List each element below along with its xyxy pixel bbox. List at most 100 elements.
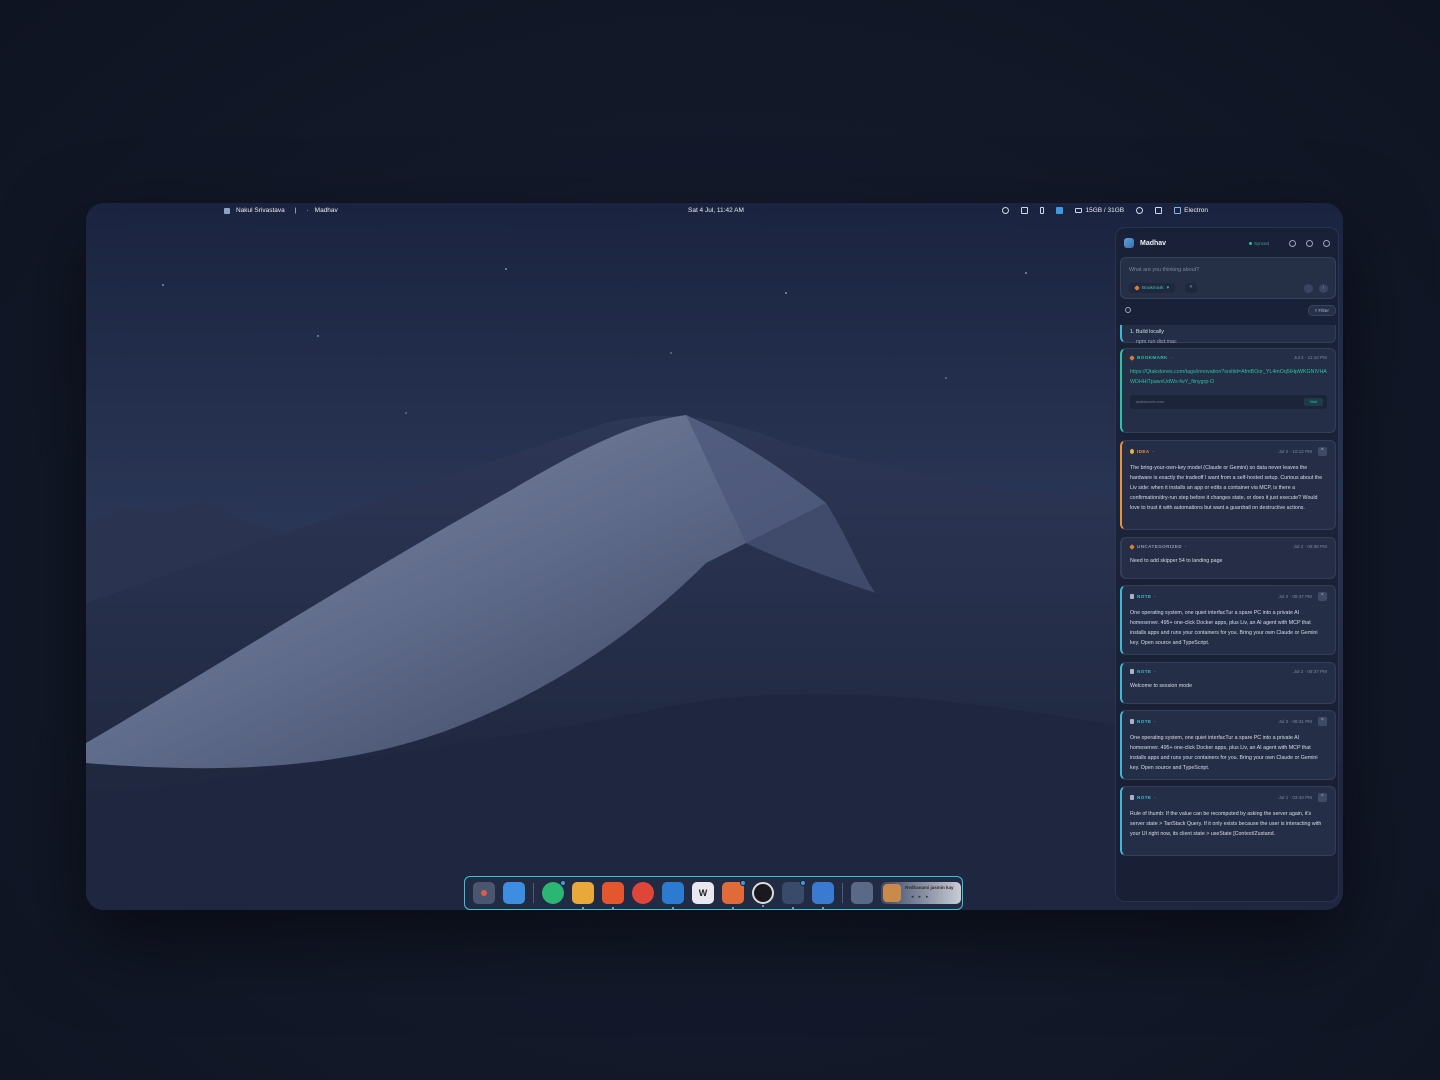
preview-domain: qtakstones.com	[1136, 399, 1165, 405]
card-type-tag[interactable]: NOTE ·	[1130, 795, 1156, 800]
bulb-icon	[1130, 449, 1134, 454]
menu-bar-right: 15GB / 31GB Electron	[1002, 207, 1208, 214]
note-card[interactable]: NOTE · Jul 2 · 09:37 PM Welcome to sessio…	[1120, 662, 1336, 704]
active-app-indicator[interactable]: Electron	[1174, 207, 1208, 214]
collapse-button[interactable]: ⌃	[1318, 717, 1327, 726]
obs-icon[interactable]	[752, 882, 774, 907]
trash-icon[interactable]	[851, 882, 873, 904]
focus-icon[interactable]	[1002, 207, 1010, 214]
collapse-button[interactable]: ⌃	[1318, 447, 1327, 456]
card-type-label: BOOKMARK	[1137, 355, 1168, 360]
user-name[interactable]: Nakul Srivastava	[236, 207, 285, 214]
finder-icon[interactable]	[503, 882, 525, 904]
composer[interactable]: What are you thinking about? Bookmark ▾ …	[1120, 257, 1336, 299]
media-player-widget[interactable]: Redhanami jasmin kay ◂▸▸	[881, 882, 961, 904]
microphone-icon[interactable]	[1304, 284, 1313, 293]
card-type-tag[interactable]: BOOKMARK ·	[1129, 354, 1173, 361]
media-title: Redhanami jasmin kay	[905, 885, 954, 890]
madhav-logo-icon	[1124, 238, 1134, 248]
warp-terminal-icon[interactable]: W	[692, 882, 714, 904]
note-icon	[1130, 719, 1134, 724]
pin-icon	[1134, 285, 1140, 291]
note-card-partial[interactable]: 1. Build locally npm run dist:mac	[1120, 325, 1336, 345]
menu-bar: Nakul Srivastava | · Madhav Sat 4 Jul, 1…	[86, 203, 1343, 219]
memory-indicator[interactable]: 15GB / 31GB	[1075, 207, 1124, 214]
launcher-icon[interactable]	[473, 882, 495, 904]
collapse-button[interactable]: ⌃	[1318, 592, 1327, 601]
card-date: Jul 2 · 10:12 PM	[1278, 449, 1312, 454]
claude-icon[interactable]	[722, 880, 746, 909]
note-card[interactable]: NOTE · Jul 2 · 09:37 PM ⌃ One operating s…	[1120, 585, 1336, 655]
workspace-chevron-icon[interactable]: ·	[306, 207, 308, 214]
bookmark-card[interactable]: BOOKMARK · Jul 2 · 11:10 PM https://Qtaks…	[1120, 348, 1336, 433]
volume-icon[interactable]	[1021, 207, 1029, 214]
card-body: One operating system, one quiet interfac…	[1130, 610, 1318, 647]
card-meta: BOOKMARK · Jul 2 · 11:10 PM	[1129, 354, 1327, 361]
type-select-button[interactable]: Bookmark ▾	[1129, 283, 1176, 293]
card-type-tag[interactable]: NOTE ·	[1130, 669, 1156, 674]
menu-separator: |	[294, 207, 297, 214]
card-type-tag[interactable]: NOTE ·	[1130, 719, 1156, 724]
pin-icon	[1129, 543, 1135, 550]
system-monitor-icon[interactable]	[812, 882, 834, 909]
collapse-button[interactable]: ⌃	[1318, 793, 1327, 802]
note-icon	[1130, 594, 1134, 599]
chevron-down-icon: ·	[1154, 669, 1157, 674]
clock[interactable]: Sat 4 Jul, 11:42 AM	[688, 207, 744, 214]
idea-card[interactable]: IDEA · Jul 2 · 10:12 PM ⌃ The bring-your-…	[1120, 440, 1336, 530]
chevron-down-icon: ▾	[1166, 285, 1170, 291]
notes-list[interactable]: 1. Build locally npm run dist:mac BOOKMA…	[1120, 325, 1336, 901]
vscode-icon[interactable]	[662, 882, 684, 909]
card-type-label: IDEA	[1137, 449, 1150, 454]
card-type-tag[interactable]: IDEA ·	[1130, 449, 1155, 454]
memory-usage: 15GB / 31GB	[1085, 207, 1125, 214]
madhav-app-icon[interactable]	[782, 880, 806, 909]
card-type-label: UNCATEGORIZED	[1137, 544, 1182, 549]
control-center-icon[interactable]	[1155, 207, 1163, 214]
bell-icon[interactable]	[1306, 239, 1313, 247]
timer-icon[interactable]	[1289, 239, 1296, 247]
sync-status: Synced	[1248, 240, 1269, 246]
card-type-tag[interactable]: UNCATEGORIZED ·	[1129, 543, 1187, 550]
dock-separator	[533, 883, 534, 903]
link-preview[interactable]: qtakstones.com Visit	[1130, 395, 1327, 410]
user-avatar-icon[interactable]	[224, 207, 230, 214]
composer-input[interactable]: What are you thinking about?	[1129, 267, 1199, 273]
filter-button[interactable]: ▿ Filter	[1307, 305, 1336, 316]
workspace-name[interactable]: Madhav	[315, 207, 338, 214]
card-date: Jul 2 · 11:10 PM	[1293, 355, 1327, 360]
chevron-down-icon: ·	[1154, 719, 1157, 724]
desktop-screen: Nakul Srivastava | · Madhav Sat 4 Jul, 1…	[86, 203, 1343, 910]
visit-button[interactable]: Visit	[1303, 398, 1323, 407]
card-date: Jul 2 · 09:38 PM	[1293, 544, 1327, 549]
panel-title: Madhav	[1140, 239, 1167, 247]
note-card[interactable]: NOTE · Jul 2 · 08:31 PM ⌃ One operating s…	[1120, 710, 1336, 780]
bluetooth-icon[interactable]	[1040, 207, 1045, 214]
brave-browser-icon[interactable]	[602, 882, 624, 909]
whatsapp-icon[interactable]	[542, 880, 566, 904]
note-card[interactable]: NOTE · Jul 1 · 03:43 PM ⌃ Rule of thumb: …	[1120, 786, 1336, 856]
memory-icon	[1075, 208, 1083, 213]
card-type-tag[interactable]: NOTE ·	[1130, 594, 1156, 599]
power-icon[interactable]	[1136, 207, 1144, 214]
card-type-label: NOTE	[1137, 669, 1152, 674]
notification-app-icon[interactable]	[1056, 207, 1064, 214]
uncategorized-card[interactable]: UNCATEGORIZED · Jul 2 · 09:38 PM Need to …	[1120, 537, 1336, 579]
album-art-icon	[883, 884, 901, 902]
card-meta: UNCATEGORIZED · Jul 2 · 09:38 PM	[1129, 543, 1327, 550]
send-icon[interactable]: ↑	[1319, 284, 1328, 293]
running-indicator	[762, 905, 764, 907]
sync-status-label: Synced	[1253, 240, 1269, 246]
chevron-down-icon: ·	[1170, 355, 1173, 360]
chevron-down-icon: ·	[1154, 594, 1157, 599]
card-body: One operating system, one quiet interfac…	[1130, 735, 1318, 772]
vivaldi-browser-icon[interactable]	[632, 882, 654, 904]
tag-button[interactable]: #	[1185, 283, 1197, 293]
running-indicator	[582, 907, 584, 909]
settings-gear-icon[interactable]	[1323, 239, 1330, 247]
bookmark-link[interactable]: https://Qtakstones.com/tags/innovation?s…	[1130, 369, 1327, 385]
running-indicator	[732, 907, 734, 909]
files-folder-icon[interactable]	[572, 882, 594, 909]
media-controls-icon[interactable]: ◂▸▸	[911, 894, 934, 900]
search-icon[interactable]	[1125, 307, 1131, 313]
